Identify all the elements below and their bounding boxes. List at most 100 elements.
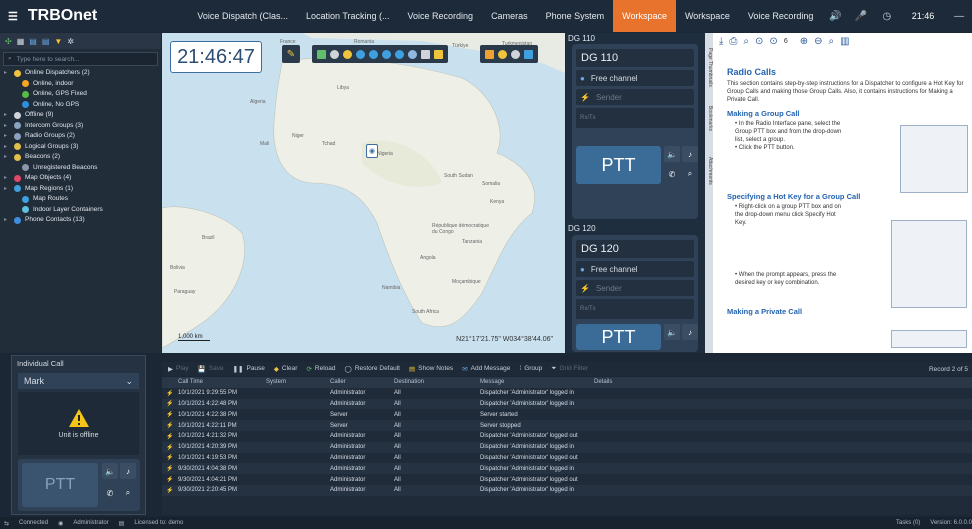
log-action-button[interactable]: ◯ Restore Default (345, 365, 400, 373)
tasks-indicator[interactable]: Tasks (0) (896, 520, 920, 526)
tab-6[interactable]: Workspace (676, 0, 739, 32)
music-icon[interactable]: ♪ (120, 463, 136, 479)
tab-0[interactable]: Voice Dispatch (Clas... (188, 0, 297, 32)
music-icon[interactable]: ♪ (682, 146, 698, 162)
table-row[interactable]: ⚡ 9/30/2021 4:04:21 PM Administrator All Dis… (162, 474, 972, 485)
log-column-header[interactable]: Call Time (174, 377, 262, 388)
table-row[interactable]: ⚡ 9/30/2021 4:04:38 PM Administrator All Dis… (162, 463, 972, 475)
call-icon[interactable]: ✆ (102, 485, 118, 501)
ruler-icon[interactable] (421, 49, 430, 59)
log-action-button[interactable]: ▤ Show Notes (409, 365, 453, 373)
columns-icon[interactable]: ▥ (840, 36, 849, 47)
add-icon[interactable] (317, 49, 326, 59)
expand-icon[interactable]: ✣ (5, 37, 12, 46)
dg-select-1[interactable]: DG 110 (576, 49, 694, 67)
expand-caret-icon[interactable]: ▸ (4, 173, 10, 184)
search-map-icon[interactable] (408, 49, 417, 59)
layer-icon[interactable] (356, 49, 365, 59)
expand-caret-icon[interactable]: ▸ (4, 68, 10, 79)
table-row[interactable]: ⚡ 10/1/2021 4:22:48 PM Administrator All Dis… (162, 398, 972, 410)
expand-caret-icon[interactable]: ▸ (4, 121, 10, 132)
tab-1[interactable]: Location Tracking (... (297, 0, 399, 32)
volume-icon[interactable]: 🔈 (664, 146, 680, 162)
zoom-in-icon[interactable] (369, 49, 378, 59)
expand-caret-icon[interactable]: ▸ (4, 215, 10, 226)
edit-pencil-icon[interactable]: ✎ (282, 45, 300, 63)
tree-item[interactable]: ▸ Phone Contacts (13) (0, 215, 161, 226)
ptt-button-2[interactable]: PTT (576, 324, 661, 350)
expand-caret-icon[interactable]: ▸ (4, 131, 10, 142)
table-row[interactable]: ⚡ 10/1/2021 4:19:53 PM Administrator All Dis… (162, 453, 972, 464)
tree-item[interactable]: Online, No GPS (0, 100, 161, 111)
search-input[interactable]: ⌕ Type here to search... (3, 52, 158, 66)
marker-icon[interactable] (343, 49, 352, 59)
ptt-button-1[interactable]: PTT (576, 146, 661, 184)
download-icon[interactable]: ⤓ (719, 36, 723, 47)
cloud-icon[interactable] (511, 49, 520, 59)
log-column-header[interactable]: Caller (326, 377, 390, 388)
tab-3[interactable]: Cameras (482, 0, 537, 32)
call-icon[interactable]: ✆ (664, 166, 680, 182)
zoom-out-icon[interactable] (382, 49, 391, 59)
table-row[interactable]: ⚡ 10/1/2021 4:20:39 PM Administrator All Dis… (162, 441, 972, 453)
expand-caret-icon[interactable]: ▸ (4, 110, 10, 121)
doc-side-tab[interactable]: Attachments (705, 147, 713, 195)
doc-side-tab[interactable]: Bookmarks (705, 95, 713, 143)
microphone-icon[interactable]: 🎤 (848, 0, 874, 32)
fit-icon[interactable]: ⌕ (829, 36, 835, 47)
log-action-button[interactable]: 💾 Save (198, 365, 224, 373)
expand-caret-icon[interactable]: ▸ (4, 184, 10, 195)
contact-dropdown[interactable]: Mark ⌄ (18, 373, 139, 389)
tree-item[interactable]: Unregistered Beacons (0, 163, 161, 174)
star-icon[interactable] (498, 49, 507, 59)
individual-ptt-button[interactable]: PTT (22, 463, 98, 507)
speaker-icon[interactable]: 🔊 (822, 0, 848, 32)
page-up-icon[interactable]: ⊙ (755, 36, 763, 47)
page-number[interactable]: 6 (784, 38, 788, 45)
grid-icon[interactable]: ▦ (17, 37, 25, 46)
page-down-icon[interactable]: ⊙ (769, 36, 777, 47)
table-row[interactable]: ⚡ 10/1/2021 4:21:32 PM Administrator All Dis… (162, 431, 972, 442)
bookmark-icon[interactable] (434, 49, 443, 59)
map-view[interactable]: 21:46:47 ✎ France Romania Türkiye Turkmenis… (162, 33, 565, 353)
tree-item[interactable]: ▸ Map Regions (1) (0, 184, 161, 195)
log-action-button[interactable]: ◆ Clear (274, 365, 298, 373)
tree-item[interactable]: ▸ Radio Groups (2) (0, 131, 161, 142)
volume-icon[interactable]: 🔈 (664, 324, 680, 340)
find-icon[interactable]: ⌕ (743, 36, 749, 47)
dispatcher-marker-icon[interactable]: ◉ (366, 144, 378, 158)
table-row[interactable]: ⚡ 10/1/2021 9:29:55 PM Administrator All Dis… (162, 388, 972, 399)
tree-item[interactable]: ▸ Offline (9) (0, 110, 161, 121)
tab-4[interactable]: Phone System (537, 0, 614, 32)
list-icon[interactable]: ▤ (29, 37, 37, 46)
log-column-header[interactable]: System (262, 377, 326, 388)
log-action-button[interactable]: ❚❚ Pause (233, 365, 265, 373)
tree-item[interactable]: ▸ Logical Groups (3) (0, 142, 161, 153)
log-column-header[interactable]: Message (476, 377, 590, 388)
expand-caret-icon[interactable]: ▸ (4, 152, 10, 163)
settings-icon[interactable]: ✲ (67, 37, 74, 46)
save-map-icon[interactable] (524, 49, 533, 59)
tree-item[interactable]: Online, GPS Fixed (0, 89, 161, 100)
list-alt-icon[interactable]: ▤ (42, 37, 50, 46)
zoom-in-icon[interactable]: ⊕ (800, 36, 808, 47)
tab-5[interactable]: Workspace (613, 0, 676, 32)
log-action-button[interactable]: ⁞ Group (519, 365, 542, 373)
log-action-button[interactable]: ▶ Play (168, 365, 189, 373)
tree-item[interactable]: ▸ Map Objects (4) (0, 173, 161, 184)
tree-item[interactable]: Online, indoor (0, 79, 161, 90)
tree-item[interactable]: ▸ Intercom Groups (3) (0, 121, 161, 132)
print-icon[interactable]: ⎙ (729, 36, 737, 47)
log-action-button[interactable]: ⟳ Reload (306, 365, 335, 373)
tree-item[interactable]: ▸ Beacons (2) (0, 152, 161, 163)
minimize-icon[interactable]: — (946, 0, 972, 32)
music-icon[interactable]: ♪ (682, 324, 698, 340)
tree-item[interactable]: Indoor Layer Containers (0, 205, 161, 216)
dg-select-2[interactable]: DG 120 (576, 240, 694, 258)
home-icon[interactable] (485, 49, 494, 59)
tree-item[interactable]: Map Routes (0, 194, 161, 205)
tree-item[interactable]: ▸ Online Dispatchers (2) (0, 68, 161, 79)
table-row[interactable]: ⚡ 10/1/2021 4:22:11 PM Server All Server sto… (162, 420, 972, 431)
doc-side-tab[interactable]: Page Thumbnails (705, 43, 713, 91)
log-action-button[interactable]: ⏷ Grid Filter (551, 365, 588, 373)
